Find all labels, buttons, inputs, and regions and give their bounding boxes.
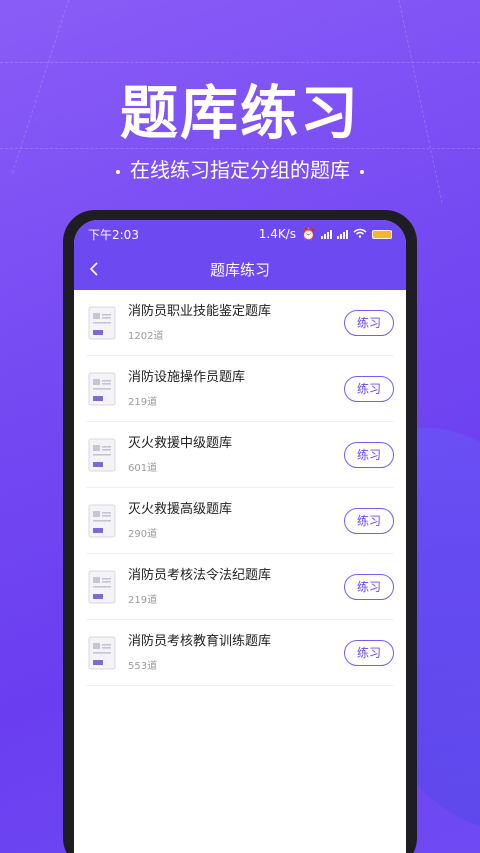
question-count: 1202道 <box>128 331 164 342</box>
document-icon <box>88 372 116 405</box>
status-bar: 下午2:03 1.4K/s ⏰ <box>74 220 406 248</box>
network-speed: 1.4K/s <box>258 227 297 241</box>
nav-bar: 题库练习 <box>74 248 406 290</box>
bank-name: 消防员考核教育训练题库 <box>128 634 272 649</box>
signal-icon <box>321 229 332 239</box>
decorative-line <box>0 62 480 63</box>
question-count: 219道 <box>128 595 158 606</box>
bank-name: 消防设施操作员题库 <box>128 370 246 385</box>
item-info: 消防员考核教育训练题库 553道 <box>128 633 344 672</box>
hero-subtitle: 在线练习指定分组的题库 <box>0 154 480 183</box>
hero-title: 题库练习 <box>119 79 360 147</box>
phone-screen: 下午2:03 1.4K/s ⏰ 题库练习 消防员职业技能鉴定题库 1202道 练… <box>74 220 406 853</box>
practice-button[interactable]: 练习 <box>344 441 394 468</box>
list-item[interactable]: 消防设施操作员题库 219道 练习 <box>86 356 394 422</box>
page-title: 题库练习 <box>209 260 270 279</box>
alarm-icon: ⏰ <box>301 227 316 241</box>
bank-name: 灭火救援高级题库 <box>128 502 233 517</box>
practice-button[interactable]: 练习 <box>344 573 394 600</box>
chevron-left-icon[interactable] <box>86 260 104 278</box>
wifi-icon <box>353 227 367 241</box>
question-count: 553道 <box>128 661 158 672</box>
list-item[interactable]: 消防员考核法令法纪题库 219道 练习 <box>86 554 394 620</box>
item-info: 消防员职业技能鉴定题库 1202道 <box>128 303 344 342</box>
document-icon <box>88 570 116 603</box>
practice-button[interactable]: 练习 <box>344 639 394 666</box>
dot-icon <box>360 169 364 174</box>
practice-button[interactable]: 练习 <box>344 309 394 336</box>
list-item[interactable]: 消防员考核教育训练题库 553道 练习 <box>86 620 394 686</box>
document-icon <box>88 504 116 537</box>
hero-subtitle-text: 在线练习指定分组的题库 <box>130 158 350 182</box>
bank-name: 消防员考核法令法纪题库 <box>128 568 272 583</box>
bank-name: 消防员职业技能鉴定题库 <box>128 304 272 319</box>
list-item[interactable]: 消防员职业技能鉴定题库 1202道 练习 <box>86 290 394 356</box>
bank-name: 灭火救援中级题库 <box>128 436 233 451</box>
status-icons: 1.4K/s ⏰ <box>259 227 392 241</box>
question-count: 290道 <box>128 529 158 540</box>
item-info: 灭火救援中级题库 601道 <box>128 435 344 474</box>
question-count: 219道 <box>128 397 158 408</box>
dot-icon <box>116 169 120 174</box>
practice-button[interactable]: 练习 <box>344 375 394 402</box>
item-info: 灭火救援高级题库 290道 <box>128 501 344 540</box>
item-info: 消防设施操作员题库 219道 <box>128 369 344 408</box>
question-count: 601道 <box>128 463 158 474</box>
battery-icon <box>372 229 392 239</box>
document-icon <box>88 438 116 471</box>
item-info: 消防员考核法令法纪题库 219道 <box>128 567 344 606</box>
document-icon <box>88 306 116 339</box>
status-time: 下午2:03 <box>88 227 139 242</box>
signal-icon <box>337 229 348 239</box>
list-item[interactable]: 灭火救援中级题库 601道 练习 <box>86 422 394 488</box>
practice-button[interactable]: 练习 <box>344 507 394 534</box>
list-item[interactable]: 灭火救援高级题库 290道 练习 <box>86 488 394 554</box>
question-bank-list: 消防员职业技能鉴定题库 1202道 练习 消防设施操作员题库 219道 练习 灭… <box>74 290 406 686</box>
document-icon <box>88 636 116 669</box>
